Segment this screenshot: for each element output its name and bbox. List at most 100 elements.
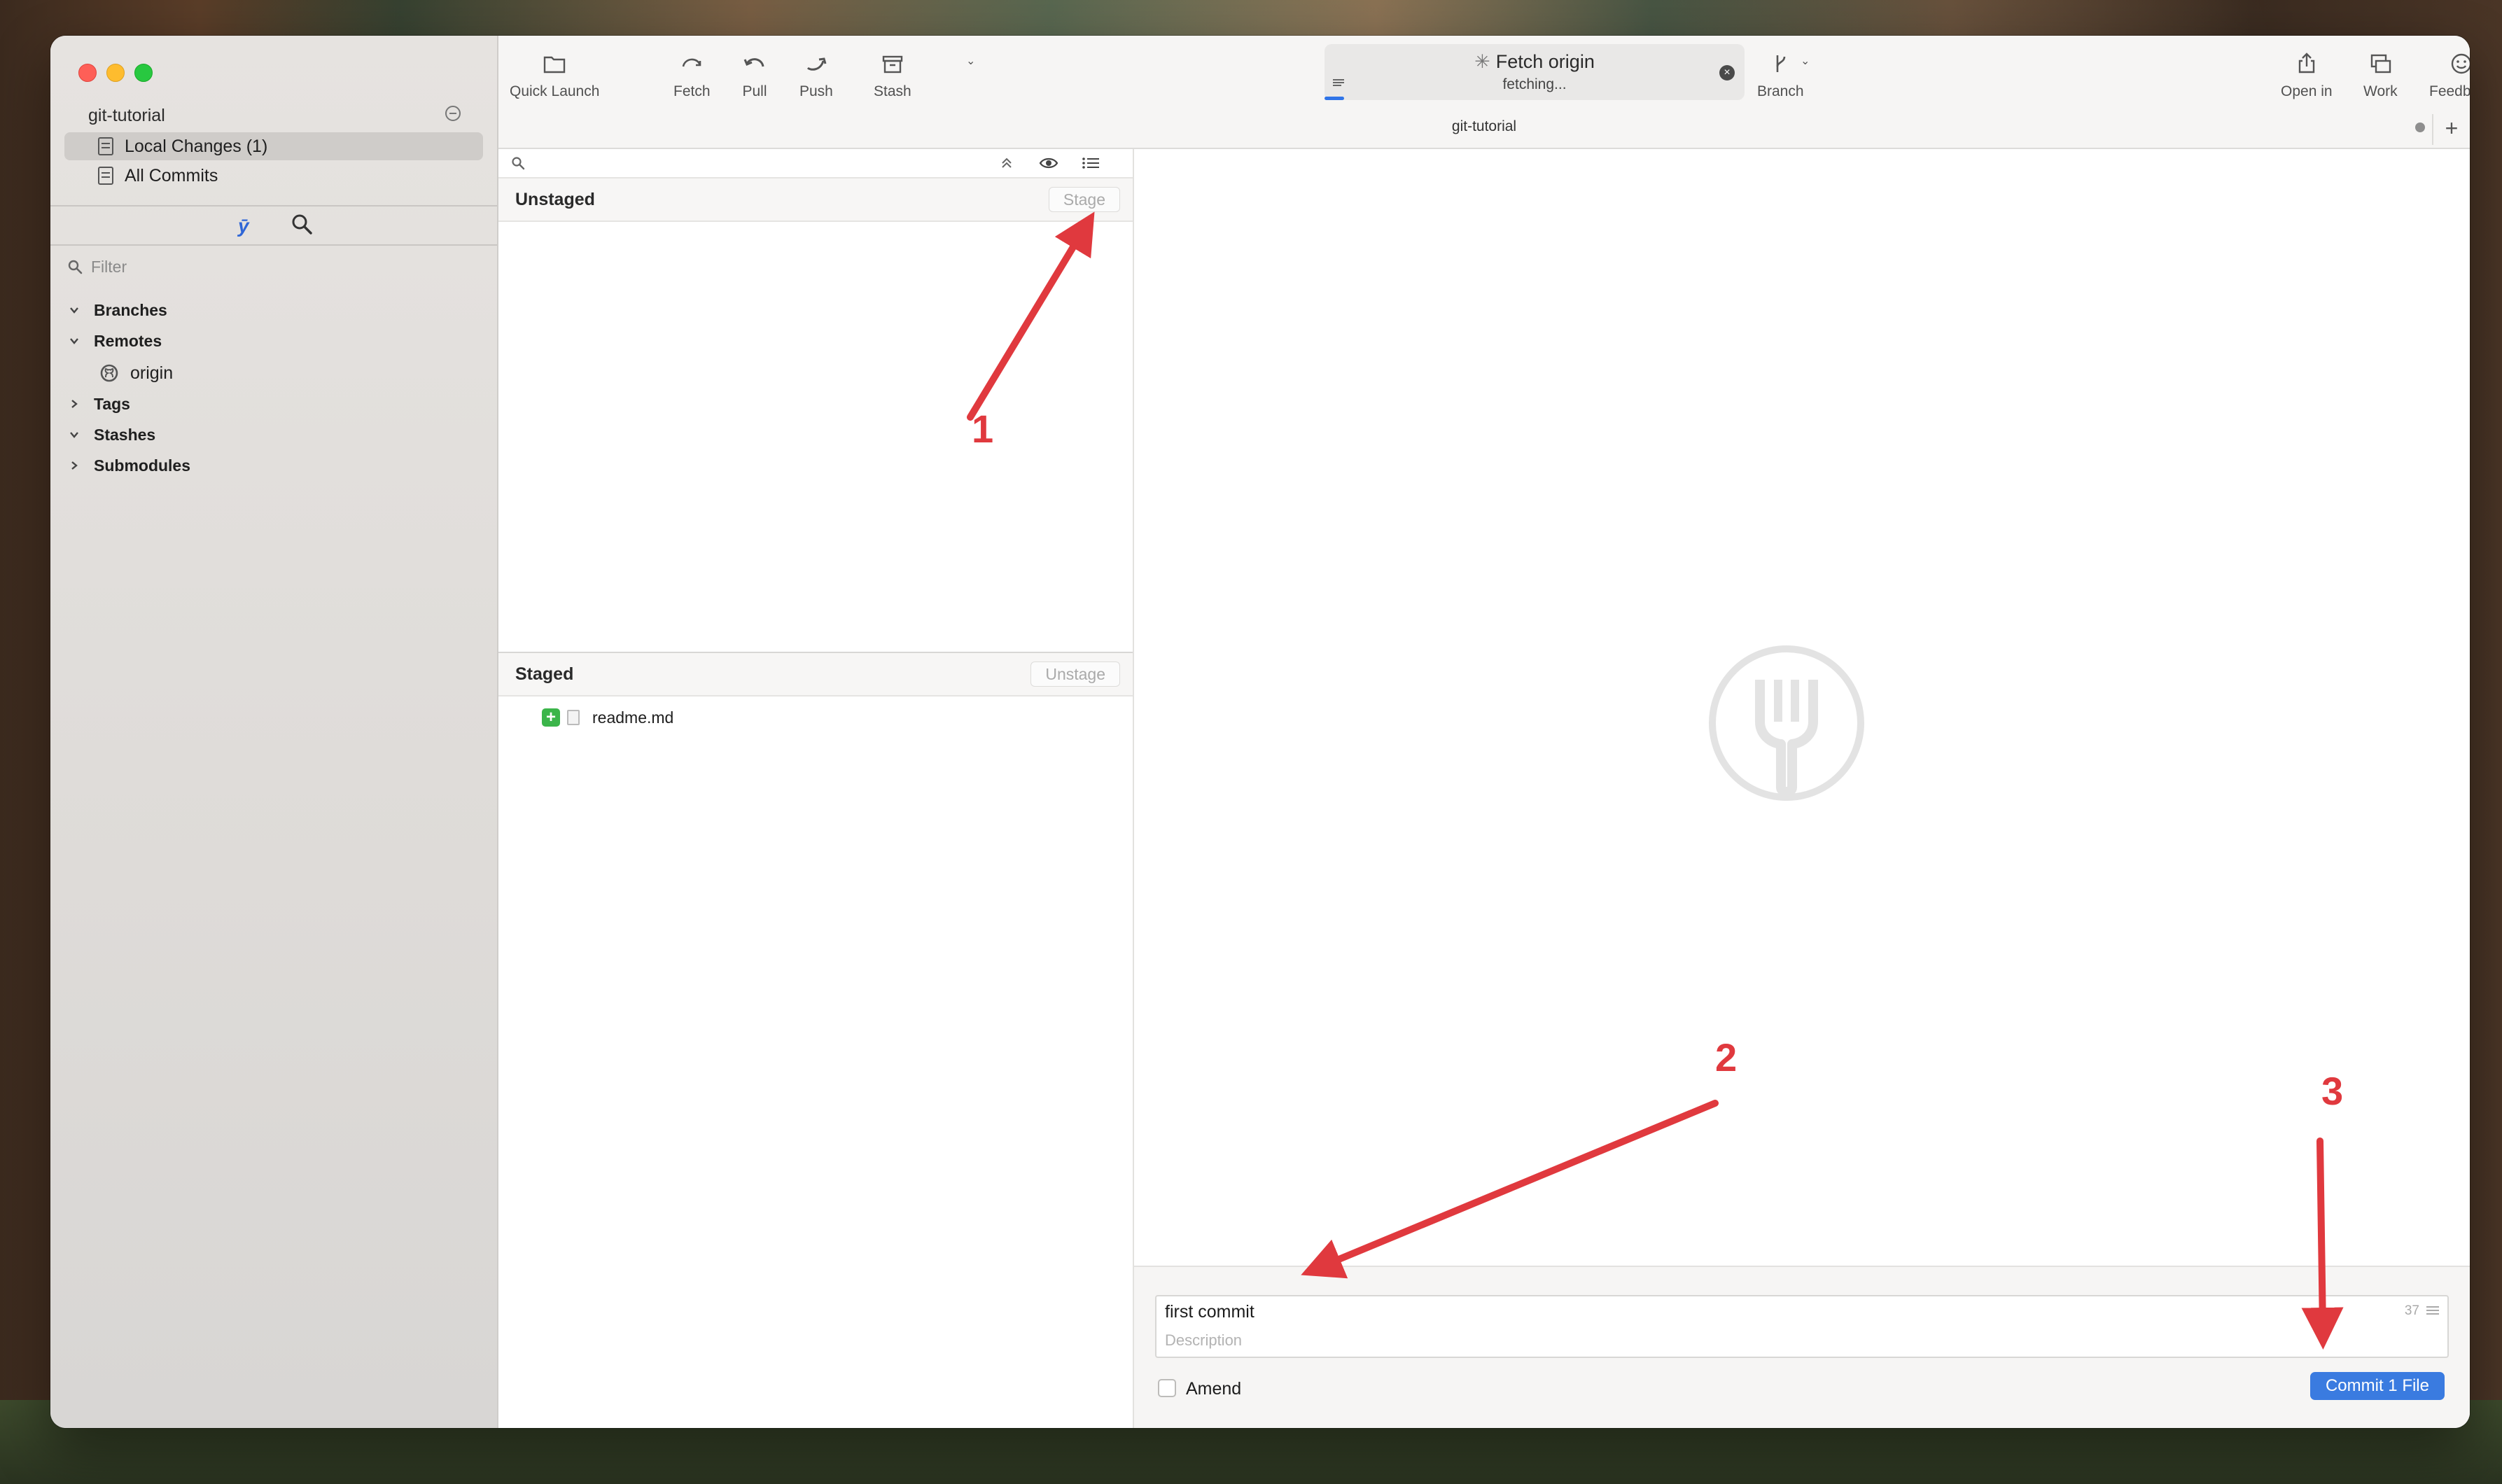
stash-label: Stash (874, 83, 911, 99)
search-icon (512, 157, 525, 170)
chevron-down-icon (69, 304, 80, 316)
fork-logo-icon (1709, 645, 1864, 801)
branch-button[interactable]: Branch (1757, 50, 1804, 100)
quick-launch-label: Quick Launch (510, 83, 600, 99)
branch-icon (1776, 55, 1786, 72)
all-commits-icon (98, 167, 113, 185)
new-tab-button[interactable]: + (2432, 114, 2470, 145)
unstage-button[interactable]: Unstage (1030, 662, 1120, 687)
tree-label: Submodules (94, 456, 191, 475)
tree-label: Tags (94, 394, 130, 413)
feedback-button[interactable]: Feedback (2429, 50, 2470, 100)
repository-tab-title[interactable]: git-tutorial (498, 118, 2470, 135)
push-label: Push (799, 83, 833, 99)
pull-icon (743, 58, 764, 67)
search-icon (68, 260, 83, 274)
tree-submodules[interactable]: Submodules (64, 451, 190, 479)
commit-description-input[interactable]: Description (1165, 1331, 1242, 1350)
github-icon (100, 364, 118, 382)
work-label: Work (2363, 83, 2398, 99)
unstaged-label: Unstaged (515, 190, 595, 209)
branches-tab-icon[interactable]: ȳ (238, 215, 249, 237)
pull-label: Pull (742, 83, 767, 99)
tab-status-dot (2415, 122, 2425, 132)
sidebar-item-label: All Commits (125, 165, 218, 186)
local-changes-icon (98, 137, 113, 155)
open-in-label: Open in (2281, 83, 2333, 99)
chevron-right-icon (69, 398, 80, 410)
push-icon (806, 57, 827, 71)
sidebar-divider (50, 244, 497, 246)
commit-subject-input[interactable]: first commit (1165, 1302, 1255, 1322)
windows-icon (2371, 54, 2391, 74)
search-tab-icon[interactable] (290, 212, 314, 236)
work-button[interactable]: Work (2363, 50, 2398, 100)
quick-launch-button[interactable]: Quick Launch (510, 50, 599, 100)
amend-checkbox[interactable] (1158, 1379, 1176, 1397)
branch-label: Branch (1757, 83, 1804, 99)
staged-section-header: Staged Unstage (498, 653, 1133, 696)
tree-tags[interactable]: Tags (64, 390, 130, 418)
push-button[interactable]: Push (799, 50, 833, 100)
file-name: readme.md (592, 708, 674, 727)
added-status-icon: + (542, 708, 560, 727)
chevron-right-icon (69, 460, 80, 471)
sidebar-item-label: Local Changes (1) (125, 136, 268, 156)
tree-label: Remotes (94, 331, 162, 350)
collapse-repo-icon[interactable] (445, 106, 461, 121)
toolbar: Quick Launch Fetch Pull Push Stash ⌄ ✳ Fe… (498, 36, 2470, 149)
close-window-button[interactable] (78, 64, 97, 82)
fetch-icon (682, 58, 701, 67)
activity-log-icon[interactable] (1332, 78, 1346, 88)
commit-message-box: first commit 37 Description (1155, 1295, 2449, 1358)
share-icon (2298, 52, 2314, 74)
activity-status: fetching... (1502, 76, 1567, 92)
sidebar-filter-input[interactable]: Filter (64, 253, 483, 281)
unstaged-file-list (498, 222, 1133, 652)
staged-file-row[interactable]: + readme.md (498, 702, 1133, 733)
tree-remotes[interactable]: Remotes (64, 327, 162, 355)
staged-label: Staged (515, 664, 574, 684)
pull-button[interactable]: Pull (741, 50, 769, 100)
branch-dropdown-icon[interactable]: ⌄ (1801, 54, 1810, 68)
sidebar: git-tutorial Local Changes (1) All Commi… (50, 36, 498, 1428)
feedback-label: Feedback (2429, 83, 2470, 99)
message-templates-icon[interactable] (2425, 1305, 2440, 1316)
changes-panel: Unstaged Stage Staged Unstage + readme.m… (498, 149, 1134, 1428)
repository-name[interactable]: git-tutorial (88, 106, 165, 126)
commit-button[interactable]: Commit 1 File (2309, 1372, 2445, 1400)
eye-icon[interactable] (1039, 155, 1058, 172)
file-icon (567, 710, 580, 725)
remote-label: origin (130, 363, 174, 383)
activity-indicator[interactable]: ✳ Fetch origin fetching... × (1325, 44, 1745, 100)
commit-panel: first commit 37 Description Amend Commit… (1134, 1266, 2470, 1428)
annotation-number-3: 3 (2321, 1069, 2344, 1113)
minimize-window-button[interactable] (106, 64, 125, 82)
activity-progress-bar (1325, 97, 1344, 100)
annotation-number-2: 2 (1715, 1035, 1738, 1079)
diff-panel: first commit 37 Description Amend Commit… (1134, 149, 2470, 1428)
sidebar-divider (50, 205, 497, 206)
stash-button[interactable]: Stash (874, 50, 911, 100)
spinner-icon: ✳ (1474, 51, 1490, 72)
cancel-activity-icon[interactable]: × (1719, 65, 1735, 80)
tree-branches[interactable]: Branches (64, 296, 167, 324)
activity-title: Fetch origin (1495, 51, 1595, 72)
list-view-icon[interactable] (1081, 155, 1100, 172)
folder-icon (544, 56, 566, 74)
tree-stashes[interactable]: Stashes (64, 421, 155, 449)
collapse-all-icon[interactable] (997, 155, 1016, 172)
file-search-input[interactable] (498, 149, 1133, 178)
character-count: 37 (2404, 1303, 2419, 1318)
zoom-window-button[interactable] (134, 64, 153, 82)
filter-placeholder: Filter (91, 257, 127, 276)
amend-label[interactable]: Amend (1186, 1379, 1241, 1399)
sidebar-item-local-changes[interactable]: Local Changes (1) (64, 132, 483, 160)
open-in-button[interactable]: Open in (2281, 50, 2333, 100)
stage-button[interactable]: Stage (1048, 187, 1120, 212)
chevron-down-icon (69, 429, 80, 440)
sidebar-item-all-commits[interactable]: All Commits (64, 162, 483, 190)
remote-origin[interactable]: origin (99, 359, 173, 387)
fetch-button[interactable]: Fetch (673, 50, 711, 100)
stash-dropdown-icon[interactable]: ⌄ (966, 54, 975, 68)
